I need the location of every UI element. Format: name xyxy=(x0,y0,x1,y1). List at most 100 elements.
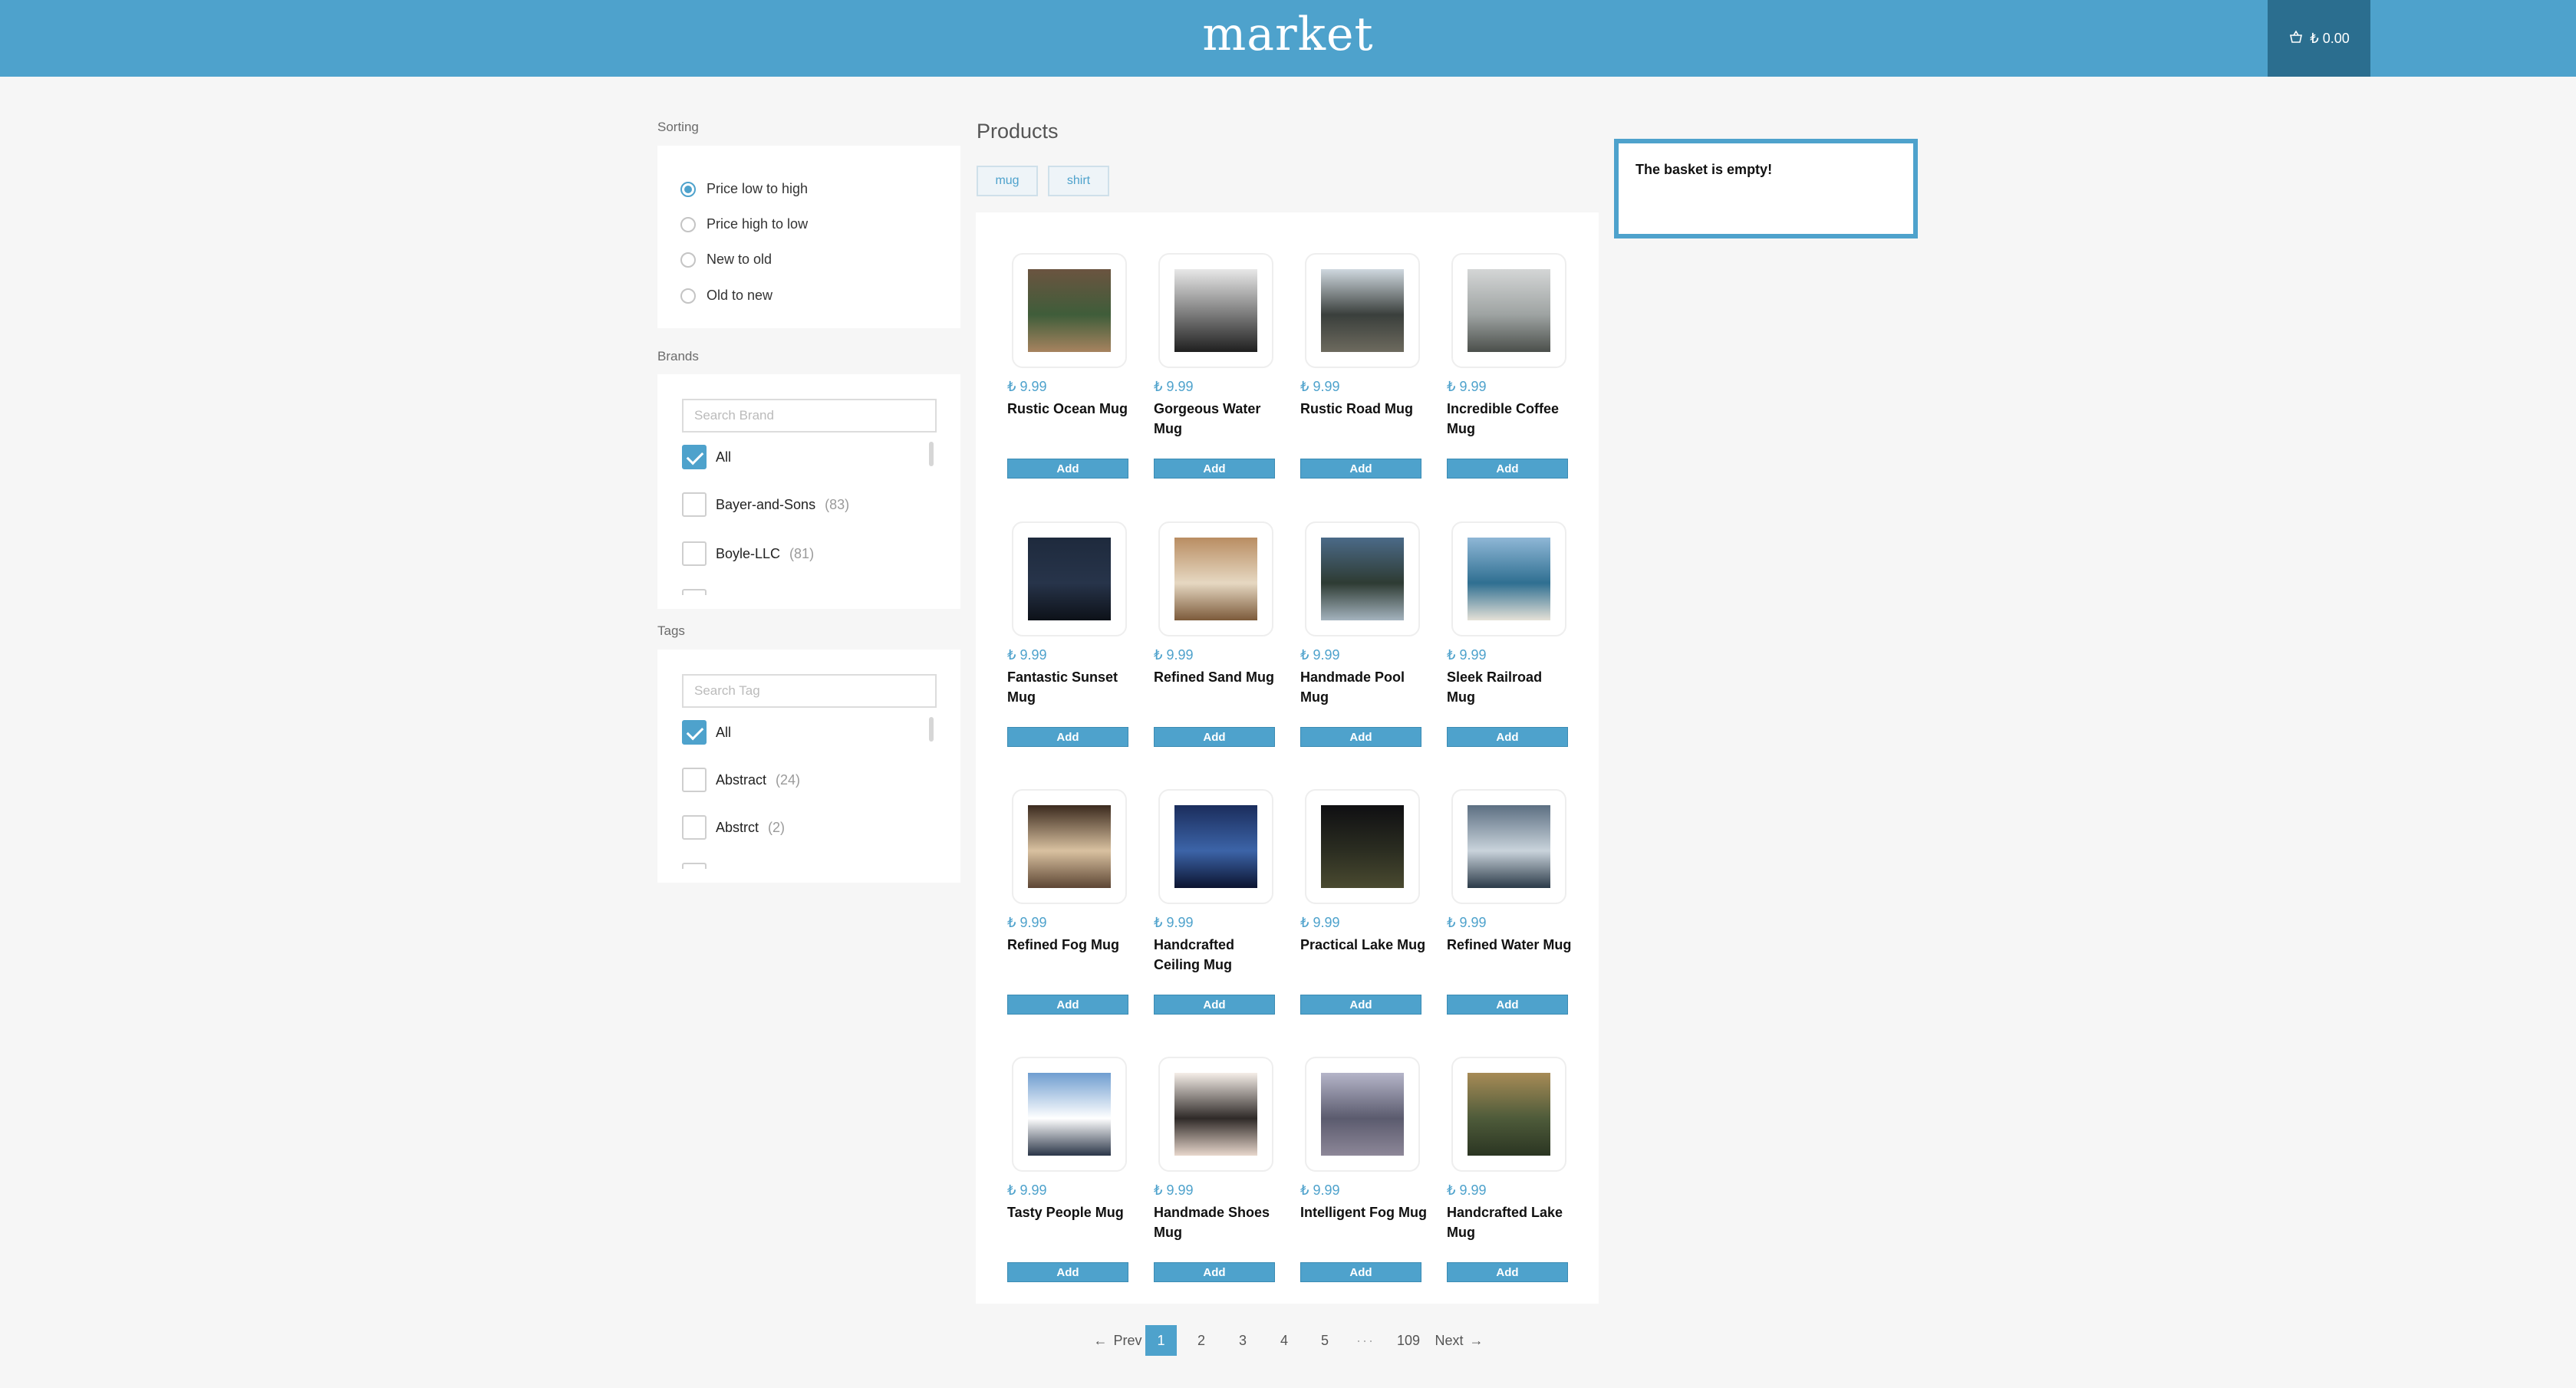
product-price: ₺ 9.99 xyxy=(1154,915,1194,930)
add-to-basket-button[interactable]: Add xyxy=(1154,1262,1275,1282)
product-image-frame[interactable] xyxy=(1305,521,1420,636)
product-name: Handmade Pool Mug xyxy=(1300,669,1405,705)
checkbox[interactable] xyxy=(682,541,707,566)
arrow-left-icon: ← xyxy=(1093,1332,1108,1348)
page-5-button[interactable]: 5 xyxy=(1309,1325,1340,1356)
product-price: ₺ 9.99 xyxy=(1447,647,1487,663)
sort-option-price-low-high[interactable]: Price low to high xyxy=(680,181,808,197)
product-card: ₺ 9.99 Refined Sand Mug Add xyxy=(1154,521,1281,752)
checkbox[interactable] xyxy=(682,768,707,792)
sort-option-price-high-low[interactable]: Price high to low xyxy=(680,216,808,232)
page-2-button[interactable]: 2 xyxy=(1186,1325,1217,1356)
tags-panel: Search Tag All Abstract (24) Abstrct (2) xyxy=(657,650,960,883)
product-card: ₺ 9.99 Practical Lake Mug Add xyxy=(1300,789,1428,1019)
add-to-basket-button[interactable]: Add xyxy=(1007,727,1128,747)
add-to-basket-button[interactable]: Add xyxy=(1007,995,1128,1015)
product-image-frame[interactable] xyxy=(1451,789,1566,904)
product-image-frame[interactable] xyxy=(1158,253,1273,368)
product-image-frame[interactable] xyxy=(1012,1057,1127,1172)
product-price: ₺ 9.99 xyxy=(1447,379,1487,394)
page-1-button[interactable]: 1 xyxy=(1145,1325,1177,1356)
product-name: Tasty People Mug xyxy=(1007,1205,1124,1220)
product-image-frame[interactable] xyxy=(1305,1057,1420,1172)
product-card: ₺ 9.99 Intelligent Fog Mug Add xyxy=(1300,1057,1428,1287)
brand-item-bayer-and-sons[interactable]: Bayer-and-Sons (83) xyxy=(682,492,849,517)
product-name: Rustic Road Mug xyxy=(1300,401,1413,416)
product-card: ₺ 9.99 Incredible Coffee Mug Add xyxy=(1447,253,1574,483)
brand-search-input[interactable]: Search Brand xyxy=(682,399,937,433)
wooden-shed-photo xyxy=(1028,269,1111,352)
next-page-button[interactable]: Next → xyxy=(1428,1325,1490,1356)
checkbox-partial[interactable] xyxy=(682,589,707,595)
sorting-panel: Price low to high Price high to low New … xyxy=(657,146,960,328)
product-name: Practical Lake Mug xyxy=(1300,937,1426,952)
product-card: ₺ 9.99 Rustic Road Mug Add xyxy=(1300,253,1428,483)
product-image-frame[interactable] xyxy=(1012,253,1127,368)
product-name: Sleek Railroad Mug xyxy=(1447,669,1543,705)
add-to-basket-button[interactable]: Add xyxy=(1300,1262,1421,1282)
add-to-basket-button[interactable]: Add xyxy=(1007,1262,1128,1282)
brand-item-boyle-llc[interactable]: Boyle-LLC (81) xyxy=(682,541,814,566)
product-image-frame[interactable] xyxy=(1305,253,1420,368)
checkbox-checked[interactable] xyxy=(682,445,707,469)
tag-search-input[interactable]: Search Tag xyxy=(682,674,937,708)
product-name: Refined Fog Mug xyxy=(1007,937,1119,952)
product-price: ₺ 9.99 xyxy=(1447,915,1487,930)
checkbox[interactable] xyxy=(682,492,707,517)
product-image-frame[interactable] xyxy=(1158,521,1273,636)
add-to-basket-button[interactable]: Add xyxy=(1447,727,1568,747)
product-card: ₺ 9.99 Handcrafted Ceiling Mug Add xyxy=(1154,789,1281,1019)
product-image-frame[interactable] xyxy=(1012,521,1127,636)
brands-scrollbar[interactable] xyxy=(929,442,934,466)
pagination-ellipsis: ··· xyxy=(1356,1332,1375,1348)
add-to-basket-button[interactable]: Add xyxy=(1300,459,1421,479)
product-image-frame[interactable] xyxy=(1305,789,1420,904)
product-price: ₺ 9.99 xyxy=(1300,1182,1340,1198)
page-4-button[interactable]: 4 xyxy=(1269,1325,1300,1356)
product-name: Handmade Shoes Mug xyxy=(1154,1205,1270,1240)
cart-total-button[interactable]: ₺ 0.00 xyxy=(2268,0,2370,77)
add-to-basket-button[interactable]: Add xyxy=(1007,459,1128,479)
snowy-mountain-photo xyxy=(1028,1073,1111,1156)
add-to-basket-button[interactable]: Add xyxy=(1447,459,1568,479)
add-to-basket-button[interactable]: Add xyxy=(1447,995,1568,1015)
product-price: ₺ 9.99 xyxy=(1007,379,1047,394)
add-to-basket-button[interactable]: Add xyxy=(1300,995,1421,1015)
brand-item-all[interactable]: All xyxy=(682,445,731,469)
product-image-frame[interactable] xyxy=(1158,1057,1273,1172)
add-to-basket-button[interactable]: Add xyxy=(1300,727,1421,747)
checkbox[interactable] xyxy=(682,815,707,840)
add-to-basket-button[interactable]: Add xyxy=(1154,459,1275,479)
radio[interactable] xyxy=(680,252,696,268)
radio-selected[interactable] xyxy=(680,181,696,197)
product-image-frame[interactable] xyxy=(1012,789,1127,904)
checkbox-partial[interactable] xyxy=(682,863,707,869)
add-to-basket-button[interactable]: Add xyxy=(1447,1262,1568,1282)
sort-option-old-new[interactable]: Old to new xyxy=(680,288,772,304)
prev-page-button[interactable]: ← Prev xyxy=(1083,1325,1152,1356)
market-logo[interactable]: market xyxy=(0,8,2576,61)
page-3-button[interactable]: 3 xyxy=(1227,1325,1258,1356)
product-image-frame[interactable] xyxy=(1158,789,1273,904)
page-last-button[interactable]: 109 xyxy=(1392,1325,1425,1356)
product-image-frame[interactable] xyxy=(1451,1057,1566,1172)
tag-item-abstrct[interactable]: Abstrct (2) xyxy=(682,815,785,840)
add-to-basket-button[interactable]: Add xyxy=(1154,995,1275,1015)
radio[interactable] xyxy=(680,288,696,304)
checkbox-checked[interactable] xyxy=(682,720,707,745)
product-name: Handcrafted Ceiling Mug xyxy=(1154,937,1235,972)
chip-mug[interactable]: mug xyxy=(977,166,1038,196)
product-name: Intelligent Fog Mug xyxy=(1300,1205,1427,1220)
radio[interactable] xyxy=(680,216,696,232)
product-name: Refined Water Mug xyxy=(1447,937,1572,952)
tag-item-abstract[interactable]: Abstract (24) xyxy=(682,768,800,792)
add-to-basket-button[interactable]: Add xyxy=(1154,727,1275,747)
sort-option-new-old[interactable]: New to old xyxy=(680,252,772,268)
product-image-frame[interactable] xyxy=(1451,521,1566,636)
product-price: ₺ 9.99 xyxy=(1300,647,1340,663)
tags-scrollbar[interactable] xyxy=(929,717,934,742)
product-image-frame[interactable] xyxy=(1451,253,1566,368)
product-card: ₺ 9.99 Refined Fog Mug Add xyxy=(1007,789,1135,1019)
tag-item-all[interactable]: All xyxy=(682,720,731,745)
chip-shirt[interactable]: shirt xyxy=(1048,166,1109,196)
